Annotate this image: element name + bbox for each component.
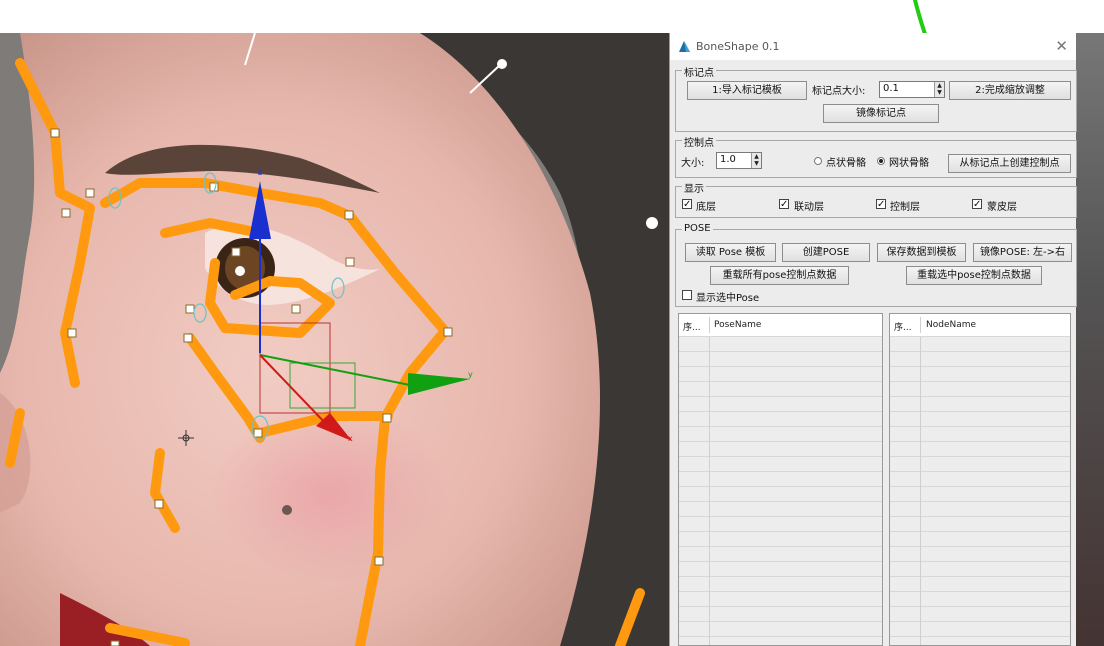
display-group: 显示 ✓ 底层 ✓ 联动层 ✓ 控制层 ✓ 蒙皮层 [675, 180, 1077, 218]
radio-mesh-bone[interactable] [877, 157, 885, 165]
marker-group-label: 标记点 [682, 64, 716, 79]
app-logo-icon [679, 41, 690, 52]
pose-list-col-name[interactable]: PoseName [714, 320, 761, 330]
read-pose-template-button[interactable]: 读取 Pose 模板 [685, 243, 776, 262]
spinner-arrows-icon[interactable]: ▲ ▼ [751, 153, 761, 168]
display-group-label: 显示 [682, 180, 706, 195]
import-marker-template-button[interactable]: 1:导入标记模板 [687, 81, 807, 100]
show-selected-pose-label: 显示选中Pose [696, 293, 760, 304]
checkbox-skin-layer[interactable]: ✓ [972, 199, 982, 210]
node-list-col-name[interactable]: NodeName [926, 320, 976, 330]
control-size-label: 大小: [681, 158, 705, 169]
create-controls-from-markers-button[interactable]: 从标记点上创建控制点 [948, 154, 1071, 173]
reload-all-pose-button[interactable]: 重载所有pose控制点数据 [710, 266, 849, 285]
marker-size-spinner[interactable]: 0.1 ▲ ▼ [879, 81, 945, 98]
marker-size-label: 标记点大小: [812, 86, 866, 97]
checkbox-linked-layer[interactable]: ✓ [779, 199, 789, 210]
control-size-spinner[interactable]: 1.0 ▲ ▼ [716, 152, 762, 169]
boneshape-dialog: BoneShape 0.1 ✕ 标记点 1:导入标记模板 标记点大小: 0.1 … [669, 33, 1077, 646]
control-group: 控制点 大小: 1.0 ▲ ▼ 点状骨骼 网状骨骼 从标记点上创建控制点 [675, 134, 1077, 178]
marker-group: 标记点 1:导入标记模板 标记点大小: 0.1 ▲ ▼ 2:完成缩放调整 镜像标记… [675, 64, 1077, 132]
radio-point-bone-label: 点状骨骼 [826, 158, 866, 169]
gizmo-z-label: z [258, 168, 262, 177]
close-icon[interactable]: ✕ [1055, 37, 1068, 55]
title-bar[interactable]: BoneShape 0.1 ✕ [670, 33, 1076, 60]
pose-list-header: 序... PoseName [679, 314, 882, 337]
skin-layer-label: 蒙皮层 [987, 202, 1017, 213]
finish-scaling-button[interactable]: 2:完成缩放调整 [949, 81, 1071, 100]
control-size-value: 1.0 [720, 154, 736, 165]
create-pose-button[interactable]: 创建POSE [782, 243, 870, 262]
mirror-markers-button[interactable]: 镜像标记点 [823, 104, 939, 123]
control-group-label: 控制点 [682, 134, 716, 149]
spinner-arrows-icon[interactable]: ▲ ▼ [934, 82, 944, 97]
3d-viewport[interactable]: z y x [0, 33, 669, 646]
control-layer-label: 控制层 [890, 202, 920, 213]
mirror-pose-button[interactable]: 镜像POSE: 左->右 [973, 243, 1072, 262]
node-list-header: 序... NodeName [890, 314, 1070, 337]
radio-mesh-bone-label: 网状骨骼 [889, 158, 929, 169]
viewport-right-strip [1076, 33, 1104, 646]
node-list[interactable]: 序... NodeName [889, 313, 1071, 646]
base-layer-label: 底层 [696, 202, 716, 213]
pose-group-label: POSE [682, 223, 713, 234]
pose-list-col-index[interactable]: 序... [683, 320, 701, 333]
checkbox-show-selected-pose[interactable] [682, 290, 692, 300]
pose-group: POSE 读取 Pose 模板 创建POSE 保存数据到模板 镜像POSE: 左… [675, 223, 1077, 307]
reload-selected-pose-button[interactable]: 重载选中pose控制点数据 [906, 266, 1042, 285]
gizmo-x-label: x [348, 434, 353, 443]
radio-point-bone[interactable] [814, 157, 822, 165]
window-title: BoneShape 0.1 [696, 40, 780, 53]
node-list-col-index[interactable]: 序... [894, 320, 912, 333]
save-to-template-button[interactable]: 保存数据到模板 [877, 243, 966, 262]
pose-list-rows[interactable] [679, 337, 882, 645]
node-list-rows[interactable] [890, 337, 1070, 645]
pose-list[interactable]: 序... PoseName [678, 313, 883, 646]
linked-layer-label: 联动层 [794, 202, 824, 213]
marker-size-value: 0.1 [883, 83, 899, 94]
gizmo-y-label: y [468, 370, 473, 379]
checkbox-base-layer[interactable]: ✓ [682, 199, 692, 210]
checkbox-control-layer[interactable]: ✓ [876, 199, 886, 210]
